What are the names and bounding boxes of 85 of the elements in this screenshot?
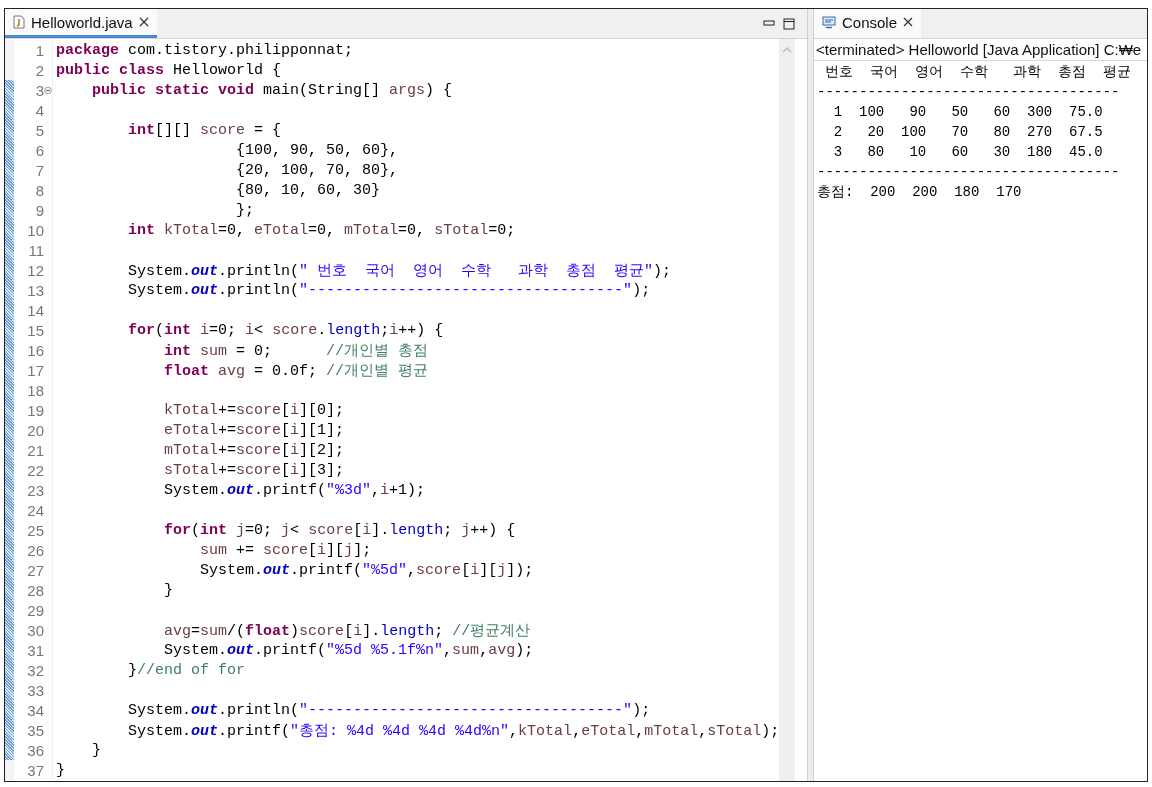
console-tab[interactable]: Console [814, 9, 922, 38]
code-line: eTotal+=score[i][1]; [163, 421, 345, 439]
line-number: 23 [26, 481, 44, 499]
scrollbar[interactable] [779, 39, 795, 781]
code-line: } [163, 581, 174, 599]
console-line: ------------------------------------ [817, 83, 1121, 102]
line-number: 6 [34, 141, 44, 159]
code-line: public class Helloworld { [55, 61, 282, 79]
line-number: 28 [26, 581, 44, 599]
code-line: }; [235, 201, 255, 219]
line-number: 33 [26, 681, 44, 699]
code-line: } [91, 741, 101, 759]
console-line: 총점: 200 200 180 170 [817, 183, 1023, 202]
code-line: System.out.printf("총점: %4d %4d %4d %4d%n",kTotal,eTotal,mTotal,sTotal); [127, 721, 780, 740]
line-number: 21 [26, 441, 44, 459]
line-number: 22 [26, 461, 44, 479]
line-number: 34 [26, 701, 44, 719]
line-number: 27 [26, 561, 44, 579]
console-line: 3 80 10 60 30 180 45.0 [832, 143, 1104, 162]
line-number: 32 [26, 661, 44, 679]
line-number: 16 [26, 341, 44, 359]
code-line: System.out.println(" 번호 국어 영어 수학 과학 총점 평균"); [127, 261, 672, 280]
code-line: for(int i=0; i< score.length;i++) { [127, 321, 444, 339]
code-line: {20, 100, 70, 80}, [235, 161, 399, 179]
line-number: 36 [26, 741, 44, 759]
code-line: public static void main(String[] args) { [91, 81, 453, 99]
line-number: 10 [26, 221, 44, 239]
code-line: }//end of for [127, 661, 246, 679]
line-number: 26 [26, 541, 44, 559]
line-number: 15 [26, 321, 44, 339]
line-number: 24 [26, 501, 44, 519]
editor-tab[interactable]: Helloworld.java [5, 9, 157, 38]
code-line: avg=sum/(float)score[i].length; //평균계산 [163, 621, 531, 640]
maximize-icon[interactable] [783, 17, 795, 30]
console-line: 1 100 90 50 60 300 75.0 [832, 103, 1104, 122]
line-number: 25 [26, 521, 44, 539]
line-number: 31 [26, 641, 44, 659]
line-number: 35 [26, 721, 44, 739]
code-line: {80, 10, 60, 30} [235, 181, 381, 199]
minimize-icon[interactable] [763, 18, 775, 29]
code-line: int kTotal=0, eTotal=0, mTotal=0, sTotal=0; [127, 221, 516, 239]
code-line: kTotal+=score[i][0]; [163, 401, 345, 419]
code-line: int[][] score = { [127, 121, 282, 139]
code-line: for(int j=0; j< score[i].length; j++) { [163, 521, 516, 539]
code-line: mTotal+=score[i][2]; [163, 441, 345, 459]
line-number: 11 [27, 241, 44, 259]
line-number: 20 [26, 421, 44, 439]
code-line: System.out.printf("%3d",i+1); [163, 481, 426, 499]
code-line: System.out.printf("%5d",score[i][j]); [199, 561, 534, 579]
code-line: sum += score[i][j]; [199, 541, 372, 559]
line-number: 19 [26, 401, 44, 419]
code-line: int sum = 0; //개인별 총점 [163, 341, 429, 360]
line-number: 37 [26, 761, 44, 779]
close-icon[interactable] [138, 17, 149, 27]
line-number: 9 [34, 201, 44, 219]
code-line: System.out.println("-----------------------------------"); [127, 701, 651, 719]
console-line: 번호 국어 영어 수학 과학 총점 평균 [824, 63, 1132, 82]
line-number: 5 [34, 121, 44, 139]
close-icon[interactable] [903, 17, 914, 27]
line-number: 14 [26, 301, 44, 319]
line-number: 17 [26, 361, 44, 379]
code-line: System.out.printf("%5d %5.1f%n",sum,avg); [163, 641, 534, 659]
line-number: 12 [26, 261, 44, 279]
line-number: 2 [34, 61, 44, 79]
line-number: 29 [26, 601, 44, 619]
console-line: ------------------------------------ [817, 163, 1121, 182]
collapse-icon[interactable] [44, 85, 52, 95]
line-number: 3 [34, 81, 44, 99]
line-number: 1 [34, 41, 44, 59]
code-line: {100, 90, 50, 60}, [235, 141, 399, 159]
line-number: 8 [34, 181, 44, 199]
line-number: 18 [26, 381, 44, 399]
line-number: 13 [26, 281, 44, 299]
line-number: 30 [26, 621, 44, 639]
code-line: System.out.println("-----------------------------------"); [127, 281, 651, 299]
code-line: } [55, 761, 65, 779]
line-number: 4 [34, 101, 44, 119]
code-line: float avg = 0.0f; //개인별 평균 [163, 361, 429, 380]
console-line: 2 20 100 70 80 270 67.5 [832, 123, 1104, 142]
console-status: <terminated> Helloworld [Java Application] C:₩e [814, 39, 1147, 61]
monitor-icon [822, 15, 836, 29]
code-line: package com.tistory.philipponnat; [55, 41, 354, 59]
line-number: 7 [34, 161, 44, 179]
code-line: sTotal+=score[i][3]; [163, 461, 345, 479]
java-file-icon [13, 15, 25, 29]
